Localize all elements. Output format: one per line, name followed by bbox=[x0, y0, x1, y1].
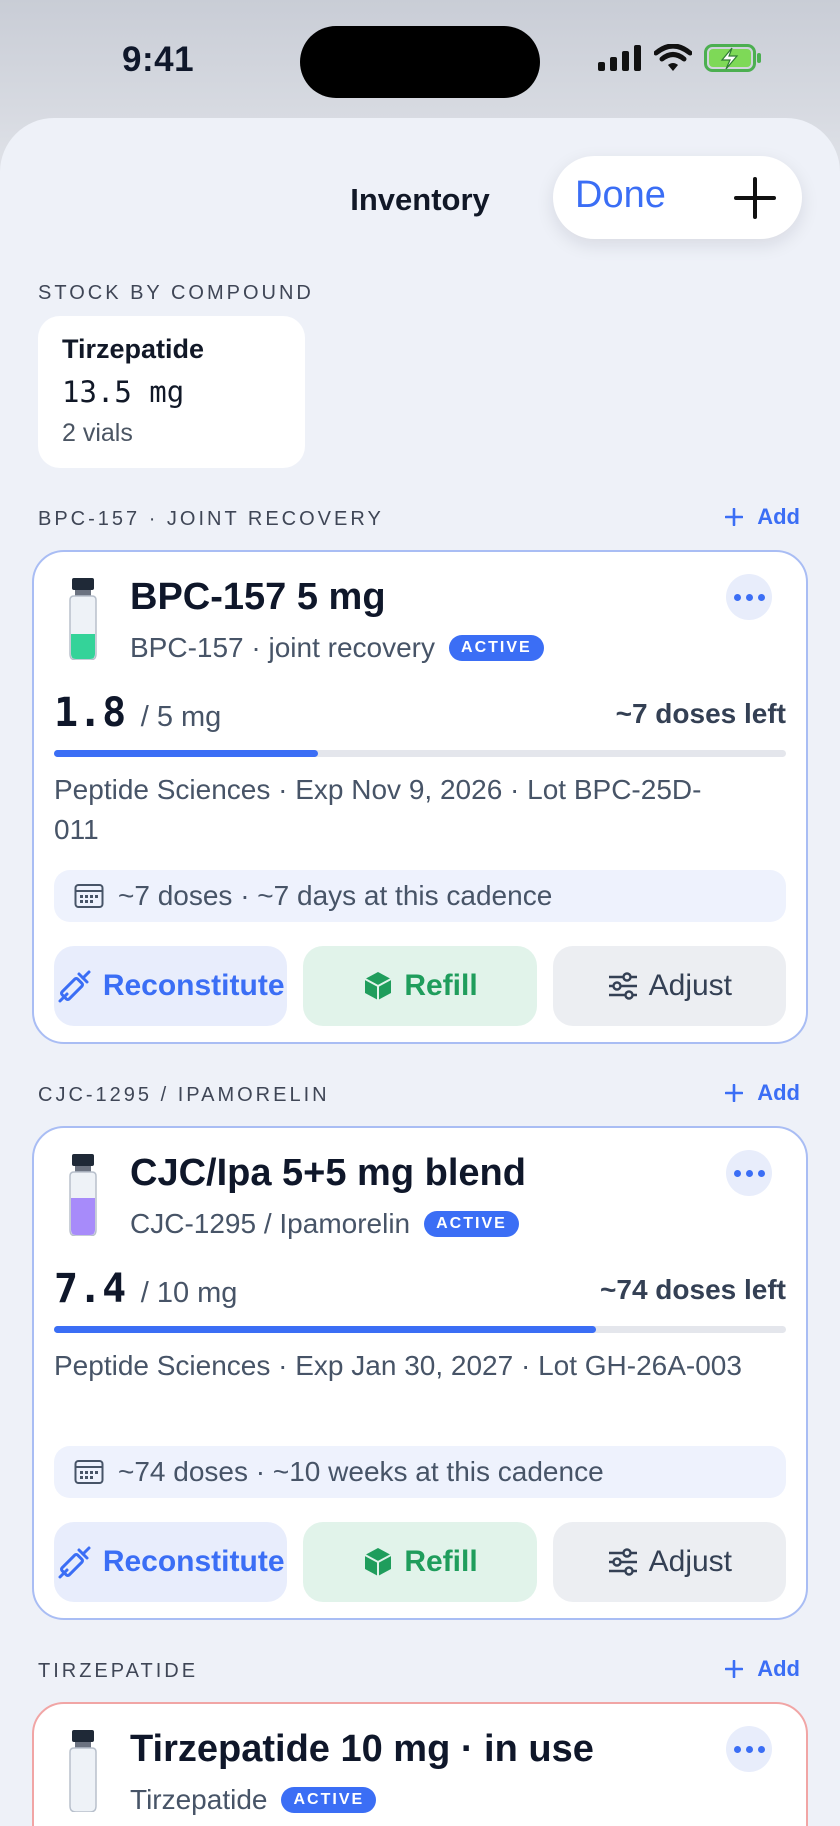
remaining-progress-fill bbox=[54, 1326, 596, 1333]
group-add-button[interactable]: Add bbox=[725, 1080, 800, 1106]
doses-left: ~74 doses left bbox=[600, 1274, 786, 1305]
remaining-amount: 1.8 bbox=[54, 690, 127, 736]
group-add-label: Add bbox=[757, 504, 800, 529]
cadence-text: ~74 doses · ~10 weeks at this cadence bbox=[118, 1456, 604, 1487]
refill-button[interactable]: Refill bbox=[303, 946, 537, 1026]
stock-section-label: STOCK BY COMPOUND bbox=[38, 282, 314, 304]
status-time: 9:41 bbox=[122, 40, 195, 79]
remaining-progress-bar bbox=[54, 1326, 786, 1333]
vial-subtitle-row: BPC-157 · joint recovery ACTIVE bbox=[130, 632, 544, 664]
syringe-icon bbox=[58, 970, 91, 1003]
reconstitute-button[interactable]: Reconstitute bbox=[54, 946, 288, 1026]
inventory-sheet: Inventory Done STOCK BY COMPOUND Tirzepa… bbox=[0, 118, 840, 1826]
sliders-icon bbox=[608, 972, 637, 1000]
group-add-button[interactable]: Add bbox=[725, 504, 800, 530]
vial-actions: Reconstitute Refill Adjust bbox=[54, 1522, 786, 1602]
adjust-button[interactable]: Adjust bbox=[552, 946, 786, 1026]
vial-subtitle-row: Tirzepatide ACTIVE bbox=[130, 1784, 377, 1816]
group-label: CJC-1295 / IPAMORELIN bbox=[38, 1084, 330, 1106]
amount-row: 1.8 / 5 mg ~7 doses left bbox=[54, 690, 786, 740]
doses-left: ~7 doses left bbox=[615, 698, 786, 729]
calendar-icon bbox=[74, 1460, 104, 1484]
calendar-icon bbox=[74, 884, 104, 908]
refill-button[interactable]: Refill bbox=[303, 1522, 537, 1602]
vial-title: CJC/Ipa 5+5 mg blend bbox=[130, 1152, 526, 1194]
group-add-button[interactable]: Add bbox=[725, 1656, 800, 1682]
syringe-icon bbox=[58, 1546, 91, 1579]
refill-label: Refill bbox=[404, 1545, 478, 1578]
total-amount: / 10 mg bbox=[140, 1277, 238, 1309]
reconstitute-label: Reconstitute bbox=[102, 969, 285, 1002]
package-icon bbox=[364, 1548, 392, 1576]
status-bar: 9:41 bbox=[0, 0, 840, 120]
vial-icon bbox=[69, 578, 97, 660]
reconstitute-button[interactable]: Reconstitute bbox=[54, 1522, 288, 1602]
vial-card[interactable]: CJC/Ipa 5+5 mg blend CJC-1295 / Ipamorel… bbox=[32, 1126, 808, 1620]
vial-icon bbox=[69, 1730, 97, 1812]
remaining-progress-fill bbox=[54, 750, 318, 757]
total-amount: / 5 mg bbox=[140, 701, 222, 733]
vial-subtitle: BPC-157 · joint recovery bbox=[130, 632, 436, 663]
vial-meta: Peptide Sciences · Exp Nov 9, 2026 · Lot… bbox=[54, 774, 702, 845]
group-add-label: Add bbox=[757, 1080, 800, 1105]
group-add-label: Add bbox=[757, 1656, 800, 1681]
sliders-icon bbox=[608, 1548, 637, 1576]
cellular-signal-icon bbox=[598, 45, 641, 71]
plus-icon bbox=[725, 1084, 744, 1102]
plus-icon bbox=[725, 508, 744, 526]
cadence-row: ~7 doses · ~7 days at this cadence bbox=[54, 870, 786, 922]
more-options-button[interactable] bbox=[726, 1726, 772, 1772]
vial-title: Tirzepatide 10 mg · in use bbox=[130, 1728, 594, 1770]
package-icon bbox=[364, 972, 392, 1000]
status-badge: ACTIVE bbox=[449, 635, 544, 661]
remaining-amount: 7.4 bbox=[54, 1266, 127, 1312]
wifi-icon bbox=[654, 44, 692, 71]
reconstitute-label: Reconstitute bbox=[102, 1545, 285, 1578]
more-options-button[interactable] bbox=[726, 574, 772, 620]
amount-row: 7.4 / 10 mg ~74 doses left bbox=[54, 1266, 786, 1316]
remaining-progress-bar bbox=[54, 750, 786, 757]
vial-card[interactable]: Tirzepatide 10 mg · in use Tirzepatide A… bbox=[32, 1702, 808, 1826]
vial-title: BPC-157 5 mg bbox=[130, 576, 386, 618]
vial-subtitle: Tirzepatide bbox=[130, 1784, 268, 1815]
battery-charging-icon bbox=[704, 44, 761, 72]
stock-amount: 13.5 mg bbox=[62, 375, 185, 409]
status-icons bbox=[598, 44, 762, 72]
vial-card[interactable]: BPC-157 5 mg BPC-157 · joint recovery AC… bbox=[32, 550, 808, 1044]
status-badge: ACTIVE bbox=[424, 1211, 519, 1237]
group-label: TIRZEPATIDE bbox=[38, 1660, 199, 1682]
done-button[interactable]: Done bbox=[575, 174, 666, 217]
adjust-label: Adjust bbox=[648, 969, 733, 1002]
vial-subtitle: CJC-1295 / Ipamorelin bbox=[130, 1208, 411, 1239]
vial-subtitle-row: CJC-1295 / Ipamorelin ACTIVE bbox=[130, 1208, 519, 1240]
cadence-text: ~7 doses · ~7 days at this cadence bbox=[118, 880, 553, 911]
adjust-button[interactable]: Adjust bbox=[552, 1522, 786, 1602]
stock-compound-name: Tirzepatide bbox=[62, 334, 205, 364]
add-icon[interactable] bbox=[732, 175, 778, 221]
group-label: BPC-157 · JOINT RECOVERY bbox=[38, 508, 384, 530]
more-options-button[interactable] bbox=[726, 1150, 772, 1196]
status-badge: ACTIVE bbox=[281, 1787, 377, 1813]
cadence-row: ~74 doses · ~10 weeks at this cadence bbox=[54, 1446, 786, 1498]
refill-label: Refill bbox=[404, 969, 478, 1002]
adjust-label: Adjust bbox=[648, 1545, 733, 1578]
stock-vial-count: 2 vials bbox=[62, 419, 133, 447]
vial-actions: Reconstitute Refill Adjust bbox=[54, 946, 786, 1026]
nav-actions: Done bbox=[553, 156, 802, 239]
dynamic-island bbox=[300, 26, 540, 98]
stock-card[interactable]: Tirzepatide 13.5 mg 2 vials bbox=[38, 316, 305, 468]
vial-icon bbox=[69, 1154, 97, 1236]
plus-icon bbox=[725, 1660, 744, 1678]
vial-meta: Peptide Sciences · Exp Jan 30, 2027 · Lo… bbox=[54, 1350, 742, 1381]
